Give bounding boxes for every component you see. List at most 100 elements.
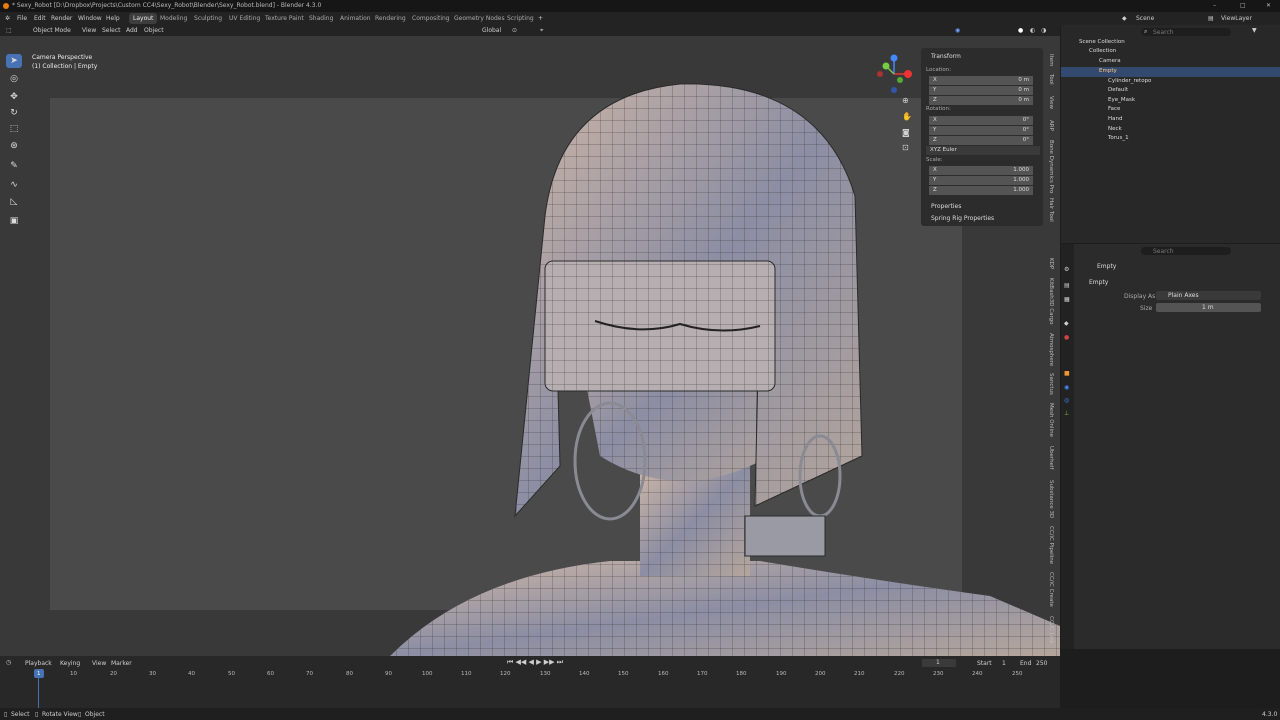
- outliner-row-torus[interactable]: Torus_1: [1061, 134, 1280, 144]
- shading-solid-icon[interactable]: ●: [1018, 27, 1023, 34]
- menu-edit[interactable]: Edit: [34, 15, 46, 22]
- pivot-icon[interactable]: ⊙: [512, 27, 517, 34]
- location-y-field[interactable]: Y0 m: [929, 86, 1033, 95]
- zoom-icon[interactable]: ⊕: [902, 96, 909, 105]
- draw-tool-icon[interactable]: ∿: [6, 178, 22, 192]
- object-props-icon[interactable]: ■: [1064, 370, 1070, 377]
- 3d-viewport[interactable]: Camera Perspective (1) Collection | Empt…: [0, 36, 1060, 656]
- tab-animation[interactable]: Animation: [336, 13, 375, 24]
- size-field[interactable]: 1 m: [1156, 303, 1261, 312]
- blender-menu-icon[interactable]: ✲: [5, 15, 10, 22]
- timeline-scrubber[interactable]: 1 10 20 30 40 50 60 70 80 90 100 110 120…: [0, 668, 1060, 708]
- minimize-icon[interactable]: –: [1213, 2, 1216, 9]
- outliner-row-default[interactable]: Default: [1061, 86, 1280, 96]
- tab-tool[interactable]: Tool: [1048, 74, 1054, 85]
- select-tool-icon[interactable]: ➤: [6, 54, 22, 68]
- navigation-gizmo[interactable]: [872, 52, 916, 96]
- rotation-mode-select[interactable]: XYZ Euler: [926, 146, 1040, 155]
- properties-header[interactable]: Properties: [931, 203, 961, 210]
- maximize-icon[interactable]: □: [1240, 2, 1246, 9]
- scene-icon[interactable]: ◆: [1122, 15, 1127, 22]
- close-icon[interactable]: ✕: [1266, 2, 1271, 9]
- scene-selector[interactable]: Scene: [1136, 15, 1154, 22]
- playback-controls[interactable]: ⏮ ◀◀ ◀ ▶ ▶▶ ⏭: [507, 658, 563, 667]
- editor-type-icon[interactable]: ⬚: [6, 27, 12, 34]
- viewlayer-icon[interactable]: ▤: [1208, 15, 1214, 22]
- location-z-field[interactable]: Z0 m: [929, 96, 1033, 105]
- tab-shading[interactable]: Shading: [305, 13, 337, 24]
- tab-geometry-nodes[interactable]: Geometry Nodes: [450, 13, 509, 24]
- physics-props-icon[interactable]: ◉: [1064, 384, 1069, 391]
- tab-uberhelf[interactable]: Uberhelf: [1048, 446, 1054, 469]
- rotation-x-field[interactable]: X 0°: [929, 116, 1033, 125]
- tab-view[interactable]: View: [1048, 96, 1054, 109]
- scale-tool-icon[interactable]: ⬚: [6, 122, 22, 136]
- tab-atmosphere[interactable]: Atmosphere: [1048, 333, 1054, 366]
- properties-search[interactable]: Search: [1141, 247, 1231, 255]
- tab-texture-paint[interactable]: Texture Paint: [261, 13, 308, 24]
- tab-mesh-online[interactable]: Mesh Online: [1048, 403, 1054, 437]
- outliner-row-empty[interactable]: Empty: [1061, 67, 1280, 77]
- scale-x-field[interactable]: X 1.000: [929, 166, 1033, 175]
- outliner-row-hand[interactable]: Hand: [1061, 115, 1280, 125]
- outliner-row-camera[interactable]: Camera: [1061, 57, 1280, 67]
- tab-layout[interactable]: Layout: [129, 13, 158, 24]
- tab-item[interactable]: Item: [1048, 54, 1054, 67]
- mode-selector[interactable]: Object Mode: [33, 27, 71, 34]
- tab-cc-pipeline[interactable]: CC/iC Pipeline: [1048, 526, 1054, 564]
- tab-scripting[interactable]: Scripting: [503, 13, 538, 24]
- move-tool-icon[interactable]: ✥: [6, 90, 22, 104]
- location-x-field[interactable]: X0 m: [929, 76, 1033, 85]
- outliner-row-collection[interactable]: Collection: [1061, 47, 1280, 57]
- snap-icon[interactable]: ⌖: [540, 27, 543, 35]
- tab-substance[interactable]: Substance 3D: [1048, 480, 1054, 518]
- tool-props-icon[interactable]: ⚙: [1064, 266, 1069, 273]
- menu-object[interactable]: Object: [144, 27, 164, 34]
- camera-view-icon[interactable]: ◙: [902, 128, 910, 137]
- menu-view[interactable]: View: [82, 27, 96, 34]
- tab-modeling[interactable]: Modeling: [156, 13, 191, 24]
- scale-z-field[interactable]: Z 1.000: [929, 186, 1033, 195]
- menu-help[interactable]: Help: [106, 15, 120, 22]
- add-cube-tool-icon[interactable]: ▣: [6, 214, 22, 228]
- measure-tool-icon[interactable]: ◺: [6, 195, 22, 209]
- rotate-tool-icon[interactable]: ↻: [6, 106, 22, 120]
- orientation-selector[interactable]: Global: [482, 27, 501, 34]
- tab-sanctus[interactable]: Sanctus: [1048, 373, 1054, 395]
- outliner-search[interactable]: ⌕ Search: [1141, 28, 1231, 36]
- add-workspace-icon[interactable]: +: [538, 15, 543, 22]
- outliner-row-face[interactable]: Face: [1061, 105, 1280, 115]
- tab-cc-create[interactable]: CC/iC Create: [1048, 572, 1054, 607]
- lock-icon[interactable]: ⊡: [902, 143, 909, 152]
- start-frame-field[interactable]: 1: [1002, 660, 1006, 667]
- end-frame-field[interactable]: 250: [1036, 660, 1047, 667]
- cursor-tool-icon[interactable]: ◎: [6, 72, 22, 86]
- world-props-icon[interactable]: ●: [1064, 334, 1069, 341]
- menu-render[interactable]: Render: [51, 15, 72, 22]
- pan-hand-icon[interactable]: ✋: [902, 112, 912, 121]
- tab-arp[interactable]: ARP: [1048, 120, 1054, 131]
- data-props-icon[interactable]: ⊥: [1064, 410, 1069, 417]
- rotation-z-field[interactable]: Z 0°: [929, 136, 1033, 145]
- menu-file[interactable]: File: [17, 15, 27, 22]
- menu-playback[interactable]: Playback: [25, 660, 52, 667]
- timeline-editor-icon[interactable]: ◷: [6, 659, 11, 666]
- annotate-tool-icon[interactable]: ✎: [6, 159, 22, 173]
- tab-cc-link[interactable]: CC/iC Link: [1048, 616, 1054, 644]
- transform-header[interactable]: Transform: [931, 53, 961, 60]
- tab-uv-editing[interactable]: UV Editing: [225, 13, 264, 24]
- transform-tool-icon[interactable]: ⊛: [6, 139, 22, 153]
- empty-section-header[interactable]: Empty: [1089, 279, 1108, 286]
- tab-kdp[interactable]: KDP: [1048, 258, 1054, 269]
- menu-add[interactable]: Add: [126, 27, 138, 34]
- scene-props-icon[interactable]: ◆: [1064, 320, 1069, 327]
- shading-material-icon[interactable]: ◐: [1030, 27, 1035, 34]
- menu-timeline-view[interactable]: View: [92, 660, 106, 667]
- menu-select[interactable]: Select: [102, 27, 121, 34]
- tab-bone-dynamics[interactable]: Bone Dynamics Pro: [1048, 140, 1054, 193]
- overlay-icon[interactable]: ◉: [955, 27, 960, 34]
- menu-window[interactable]: Window: [78, 15, 102, 22]
- shading-render-icon[interactable]: ◑: [1041, 27, 1046, 34]
- constraints-props-icon[interactable]: ◎: [1064, 397, 1069, 404]
- spring-rig-header[interactable]: Spring Rig Properties: [931, 215, 994, 222]
